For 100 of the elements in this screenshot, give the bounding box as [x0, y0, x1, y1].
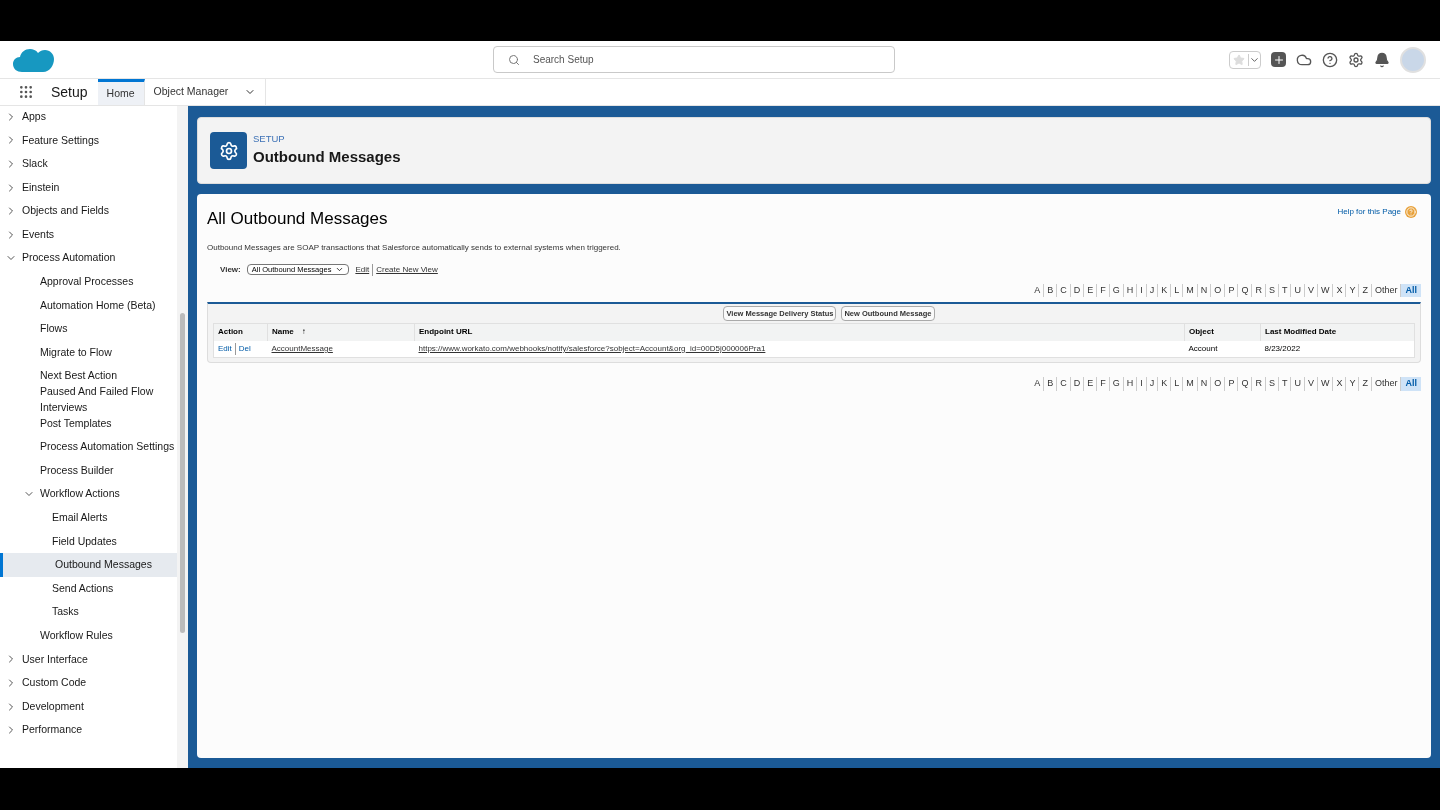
- sidebar-item[interactable]: Post Templates: [0, 411, 177, 436]
- sidebar-item[interactable]: Send Actions: [0, 576, 177, 601]
- alphabet-filter-link[interactable]: X: [1332, 377, 1343, 391]
- alphabet-filter-link[interactable]: D: [1069, 283, 1081, 297]
- alphabet-filter-link[interactable]: All: [1400, 283, 1421, 297]
- alphabet-filter-link[interactable]: R: [1251, 283, 1262, 297]
- alphabet-filter-link[interactable]: E: [1083, 283, 1094, 297]
- alphabet-filter-link[interactable]: D: [1069, 377, 1081, 391]
- alphabet-filter-link[interactable]: J: [1145, 377, 1155, 391]
- alphabet-filter-link[interactable]: Y: [1345, 377, 1356, 391]
- sidebar-item[interactable]: Einstein: [0, 175, 177, 200]
- sidebar-item[interactable]: User Interface: [0, 647, 177, 672]
- sidebar-item[interactable]: Outbound Messages: [0, 553, 177, 577]
- alphabet-filter-link[interactable]: F: [1096, 377, 1106, 391]
- alphabet-filter-link[interactable]: E: [1083, 377, 1094, 391]
- alphabet-filter-link[interactable]: X: [1332, 283, 1343, 297]
- alphabet-filter-link[interactable]: Other: [1370, 283, 1398, 297]
- sidebar-item[interactable]: Slack: [0, 152, 177, 176]
- alphabet-filter-link[interactable]: C: [1056, 377, 1067, 391]
- sidebar-item[interactable]: Approval Processes: [0, 270, 177, 294]
- alphabet-filter-link[interactable]: W: [1316, 283, 1330, 297]
- alphabet-filter-link[interactable]: P: [1224, 377, 1235, 391]
- alphabet-filter-link[interactable]: P: [1224, 283, 1235, 297]
- sidebar-item[interactable]: Flows: [0, 317, 177, 341]
- row-action-link[interactable]: Edit: [218, 342, 232, 355]
- sidebar-item[interactable]: Workflow Actions: [0, 482, 177, 507]
- view-link[interactable]: Create New View: [372, 263, 438, 276]
- settings-icon[interactable]: [1348, 51, 1364, 68]
- app-launcher-icon[interactable]: [18, 84, 34, 100]
- sidebar-item[interactable]: Tasks: [0, 600, 177, 625]
- alphabet-filter-link[interactable]: B: [1043, 283, 1054, 297]
- help-link[interactable]: Help for this Page: [1337, 206, 1401, 218]
- alphabet-filter-link[interactable]: V: [1303, 377, 1314, 391]
- alphabet-filter-link[interactable]: B: [1043, 377, 1054, 391]
- alphabet-filter-link[interactable]: Z: [1358, 377, 1368, 391]
- view-link[interactable]: Edit: [355, 263, 370, 276]
- alphabet-filter-link[interactable]: G: [1108, 283, 1120, 297]
- sidebar-item[interactable]: Process Automation: [0, 246, 177, 271]
- row-action-link[interactable]: Del: [234, 342, 251, 355]
- alphabet-filter-link[interactable]: O: [1210, 377, 1222, 391]
- alphabet-filter-link[interactable]: Q: [1237, 377, 1249, 391]
- alphabet-filter-link[interactable]: L: [1170, 377, 1180, 391]
- column-header[interactable]: Last Modified Date: [1260, 323, 1415, 341]
- alphabet-filter-link[interactable]: A: [1031, 377, 1041, 391]
- scrollbar-thumb[interactable]: [180, 313, 185, 633]
- nav-tab[interactable]: Home: [97, 79, 145, 105]
- alphabet-filter-link[interactable]: S: [1264, 283, 1275, 297]
- sidebar-item[interactable]: Objects and Fields: [0, 199, 177, 223]
- alphabet-filter-link[interactable]: T: [1277, 377, 1288, 391]
- alphabet-filter-link[interactable]: T: [1277, 283, 1288, 297]
- alphabet-filter-link[interactable]: V: [1303, 283, 1314, 297]
- alphabet-filter-link[interactable]: N: [1196, 283, 1208, 297]
- alphabet-filter-link[interactable]: G: [1108, 377, 1120, 391]
- sidebar-item[interactable]: Events: [0, 222, 177, 247]
- sidebar-item[interactable]: Migrate to Flow: [0, 340, 177, 365]
- alphabet-filter-link[interactable]: K: [1157, 377, 1168, 391]
- sidebar-item[interactable]: Feature Settings: [0, 128, 177, 153]
- alphabet-filter-link[interactable]: S: [1264, 377, 1275, 391]
- alphabet-filter-link[interactable]: M: [1182, 377, 1194, 391]
- alphabet-filter-link[interactable]: Q: [1237, 283, 1249, 297]
- sidebar-item[interactable]: Custom Code: [0, 671, 177, 695]
- alphabet-filter-link[interactable]: M: [1182, 283, 1194, 297]
- nav-tab[interactable]: Object Manager: [144, 79, 267, 105]
- column-header[interactable]: Endpoint URL: [414, 323, 1185, 341]
- alphabet-filter-link[interactable]: H: [1122, 283, 1134, 297]
- column-header[interactable]: Action: [213, 323, 268, 341]
- alphabet-filter-link[interactable]: I: [1136, 377, 1143, 391]
- sidebar-item[interactable]: Performance: [0, 718, 177, 743]
- alphabet-filter-link[interactable]: H: [1122, 377, 1134, 391]
- alphabet-filter-link[interactable]: O: [1210, 283, 1222, 297]
- name-link[interactable]: AccountMessage: [271, 343, 333, 353]
- endpoint-link[interactable]: https://www.workato.com/webhooks/notify/salesforce?sobject=Account&org_id=00D5j000006Pra1: [418, 343, 766, 353]
- sidebar-item[interactable]: Paused And Failed Flow Interviews: [0, 388, 177, 412]
- alphabet-filter-link[interactable]: A: [1031, 283, 1041, 297]
- alphabet-filter-link[interactable]: U: [1290, 283, 1301, 297]
- alphabet-filter-link[interactable]: All: [1400, 377, 1421, 391]
- alphabet-filter-link[interactable]: J: [1145, 283, 1155, 297]
- sidebar-item[interactable]: Process Builder: [0, 458, 177, 483]
- sidebar-item[interactable]: Automation Home (Beta): [0, 293, 177, 318]
- column-header[interactable]: Object: [1184, 323, 1261, 341]
- alphabet-filter-link[interactable]: Y: [1345, 283, 1356, 297]
- alphabet-filter-link[interactable]: F: [1096, 283, 1106, 297]
- alphabet-filter-link[interactable]: N: [1196, 377, 1208, 391]
- sidebar-item[interactable]: Development: [0, 694, 177, 719]
- sidebar-item[interactable]: Workflow Rules: [0, 624, 177, 648]
- alphabet-filter-link[interactable]: W: [1316, 377, 1330, 391]
- help-icon[interactable]: [1322, 51, 1338, 68]
- alphabet-filter-link[interactable]: Other: [1370, 377, 1398, 391]
- alphabet-filter-link[interactable]: I: [1136, 283, 1143, 297]
- alphabet-filter-link[interactable]: R: [1251, 377, 1262, 391]
- add-button[interactable]: [1271, 52, 1286, 67]
- alphabet-filter-link[interactable]: C: [1056, 283, 1067, 297]
- sidebar-item[interactable]: Field Updates: [0, 529, 177, 554]
- alphabet-filter-link[interactable]: L: [1170, 283, 1180, 297]
- notifications-icon[interactable]: [1374, 51, 1390, 68]
- sidebar-item[interactable]: Process Automation Settings: [0, 435, 177, 459]
- alphabet-filter-link[interactable]: Z: [1358, 283, 1368, 297]
- sidebar-item[interactable]: Email Alerts: [0, 506, 177, 530]
- column-header[interactable]: Name ↑: [267, 323, 415, 341]
- search-field[interactable]: Search Setup: [493, 46, 895, 73]
